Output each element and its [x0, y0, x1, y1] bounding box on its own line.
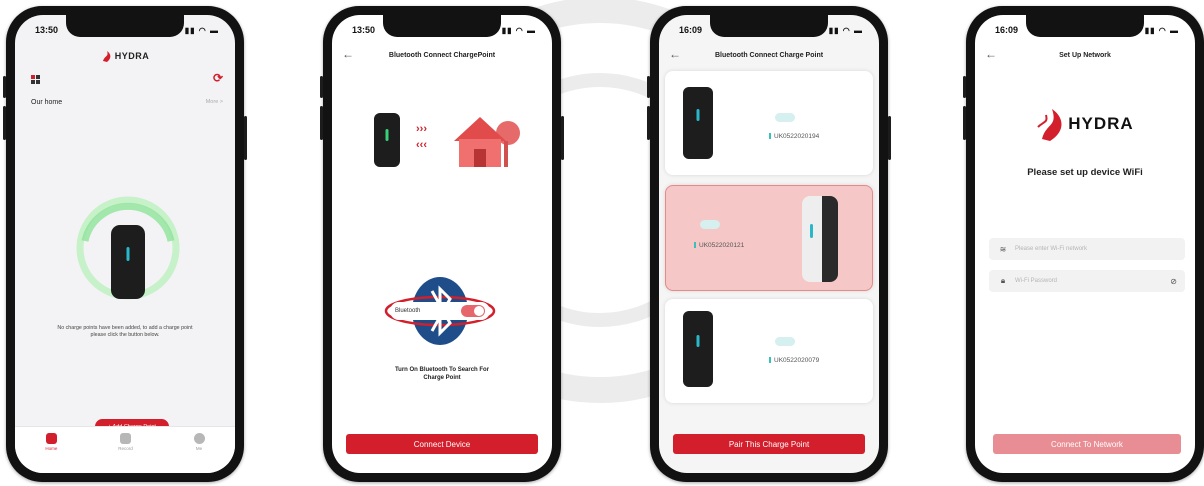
- instruction-text: Turn On Bluetooth To Search For Charge P…: [394, 367, 490, 381]
- wifi-icon: ≋: [999, 244, 1007, 254]
- device-card-selected[interactable]: UK0522020121: [665, 185, 873, 291]
- page-title: Set Up Network: [1059, 51, 1111, 59]
- charger-image: [802, 196, 838, 282]
- status-bar: 13:50 ▮▮ ◠ ▬: [352, 23, 536, 37]
- wifi-signal-icon: [775, 113, 795, 122]
- empty-message: No charge points have been added, to add…: [57, 325, 193, 338]
- home-screen: 13:50 ▮▮ ◠ ▬ HYDRA ⟳ Our home More > No …: [15, 15, 235, 473]
- connect-network-button[interactable]: Connect To Network: [993, 434, 1181, 454]
- tab-me[interactable]: Me: [193, 433, 205, 451]
- lock-icon: 🔒︎: [1000, 276, 1006, 285]
- back-arrow-icon[interactable]: ←: [985, 47, 997, 61]
- wifi-signal-icon: [775, 337, 795, 346]
- charger-image: [683, 87, 713, 159]
- transfer-arrows-icon: ››› ‹‹‹: [416, 123, 427, 151]
- charger-image: [374, 113, 400, 167]
- phone-bluetooth: 13:50 ▮▮ ◠ ▬ ← Bluetooth Connect ChargeP…: [320, 6, 564, 482]
- status-bar: 16:09 ▮▮ ◠ ▬: [995, 23, 1179, 37]
- charger-image: [111, 225, 145, 299]
- hydra-logo: HYDRA: [15, 49, 235, 63]
- phone-pair: 16:09 ▮▮ ◠ ▬ ← Bluetooth Connect Charge …: [647, 6, 891, 482]
- hydra-dragon-icon: [1037, 109, 1062, 141]
- device-card[interactable]: UK0522020194: [665, 71, 873, 175]
- home-title: Our home: [31, 99, 63, 106]
- device-serial: UK0522020194: [769, 133, 819, 140]
- pair-screen: 16:09 ▮▮ ◠ ▬ ← Bluetooth Connect Charge …: [659, 15, 879, 473]
- bluetooth-toggle[interactable]: Bluetooth: [390, 302, 490, 320]
- back-arrow-icon[interactable]: ←: [669, 47, 681, 61]
- nav-bar: ← Bluetooth Connect ChargePoint: [332, 45, 552, 65]
- pair-charge-point-button[interactable]: Pair This Charge Point: [673, 434, 865, 454]
- hydra-dragon-icon: [102, 51, 111, 62]
- status-time: 16:09: [679, 25, 703, 35]
- status-time: 13:50: [352, 25, 376, 35]
- status-bar: 16:09 ▮▮ ◠ ▬: [679, 23, 863, 37]
- tab-bar: Home Record Me: [15, 426, 235, 473]
- charger-image: [683, 311, 713, 387]
- brand-name: HYDRA: [114, 51, 150, 61]
- network-screen: 16:09 ▮▮ ◠ ▬ ← Set Up Network HYDRA Plea…: [975, 15, 1195, 473]
- toggle-switch[interactable]: [461, 305, 485, 317]
- back-arrow-icon[interactable]: ←: [342, 47, 354, 61]
- record-icon: [119, 433, 131, 444]
- wifi-password-input[interactable]: 🔒︎ Wi-Fi Password ⊘: [989, 270, 1185, 292]
- setup-heading: Please set up device WiFi: [1027, 167, 1143, 178]
- page-title: Bluetooth Connect Charge Point: [714, 51, 824, 59]
- phone-home: 13:50 ▮▮ ◠ ▬ HYDRA ⟳ Our home More > No …: [3, 6, 247, 482]
- phone-network: 16:09 ▮▮ ◠ ▬ ← Set Up Network HYDRA Plea…: [963, 6, 1204, 482]
- signal-wifi-battery-icon: ▮▮ ◠ ▬: [1144, 25, 1179, 35]
- signal-wifi-battery-icon: ▮▮ ◠ ▬: [184, 25, 219, 35]
- bluetooth-label: Bluetooth: [395, 308, 421, 314]
- bluetooth-screen: 13:50 ▮▮ ◠ ▬ ← Bluetooth Connect ChargeP…: [332, 15, 552, 473]
- connect-device-button[interactable]: Connect Device: [346, 434, 538, 454]
- tab-record[interactable]: Record: [118, 433, 133, 451]
- refresh-icon[interactable]: ⟳: [213, 71, 223, 85]
- more-link[interactable]: More >: [206, 99, 223, 105]
- device-card[interactable]: UK0522020079: [665, 299, 873, 403]
- wifi-signal-icon: [700, 220, 720, 229]
- home-icon: [45, 433, 57, 444]
- hydra-logo: HYDRA: [975, 105, 1195, 143]
- signal-wifi-battery-icon: ▮▮ ◠ ▬: [828, 25, 863, 35]
- nav-bar: ← Set Up Network: [975, 45, 1195, 65]
- brand-name: HYDRA: [1068, 114, 1134, 133]
- user-icon: [193, 433, 205, 444]
- page-title: Bluetooth Connect ChargePoint: [388, 51, 496, 59]
- tab-home[interactable]: Home: [45, 433, 57, 451]
- device-serial: UK0522020121: [694, 242, 744, 249]
- eye-off-icon[interactable]: ⊘: [1170, 277, 1177, 286]
- status-bar: 13:50 ▮▮ ◠ ▬: [35, 23, 219, 37]
- status-time: 16:09: [995, 25, 1019, 35]
- signal-wifi-battery-icon: ▮▮ ◠ ▬: [501, 25, 536, 35]
- grid-menu-icon[interactable]: [31, 75, 40, 84]
- device-serial: UK0522020079: [769, 357, 819, 364]
- wifi-network-input[interactable]: ≋ Please enter Wi-Fi network: [989, 238, 1185, 260]
- house-icon: [454, 117, 520, 167]
- nav-bar: ← Bluetooth Connect Charge Point: [659, 45, 879, 65]
- status-time: 13:50: [35, 25, 59, 35]
